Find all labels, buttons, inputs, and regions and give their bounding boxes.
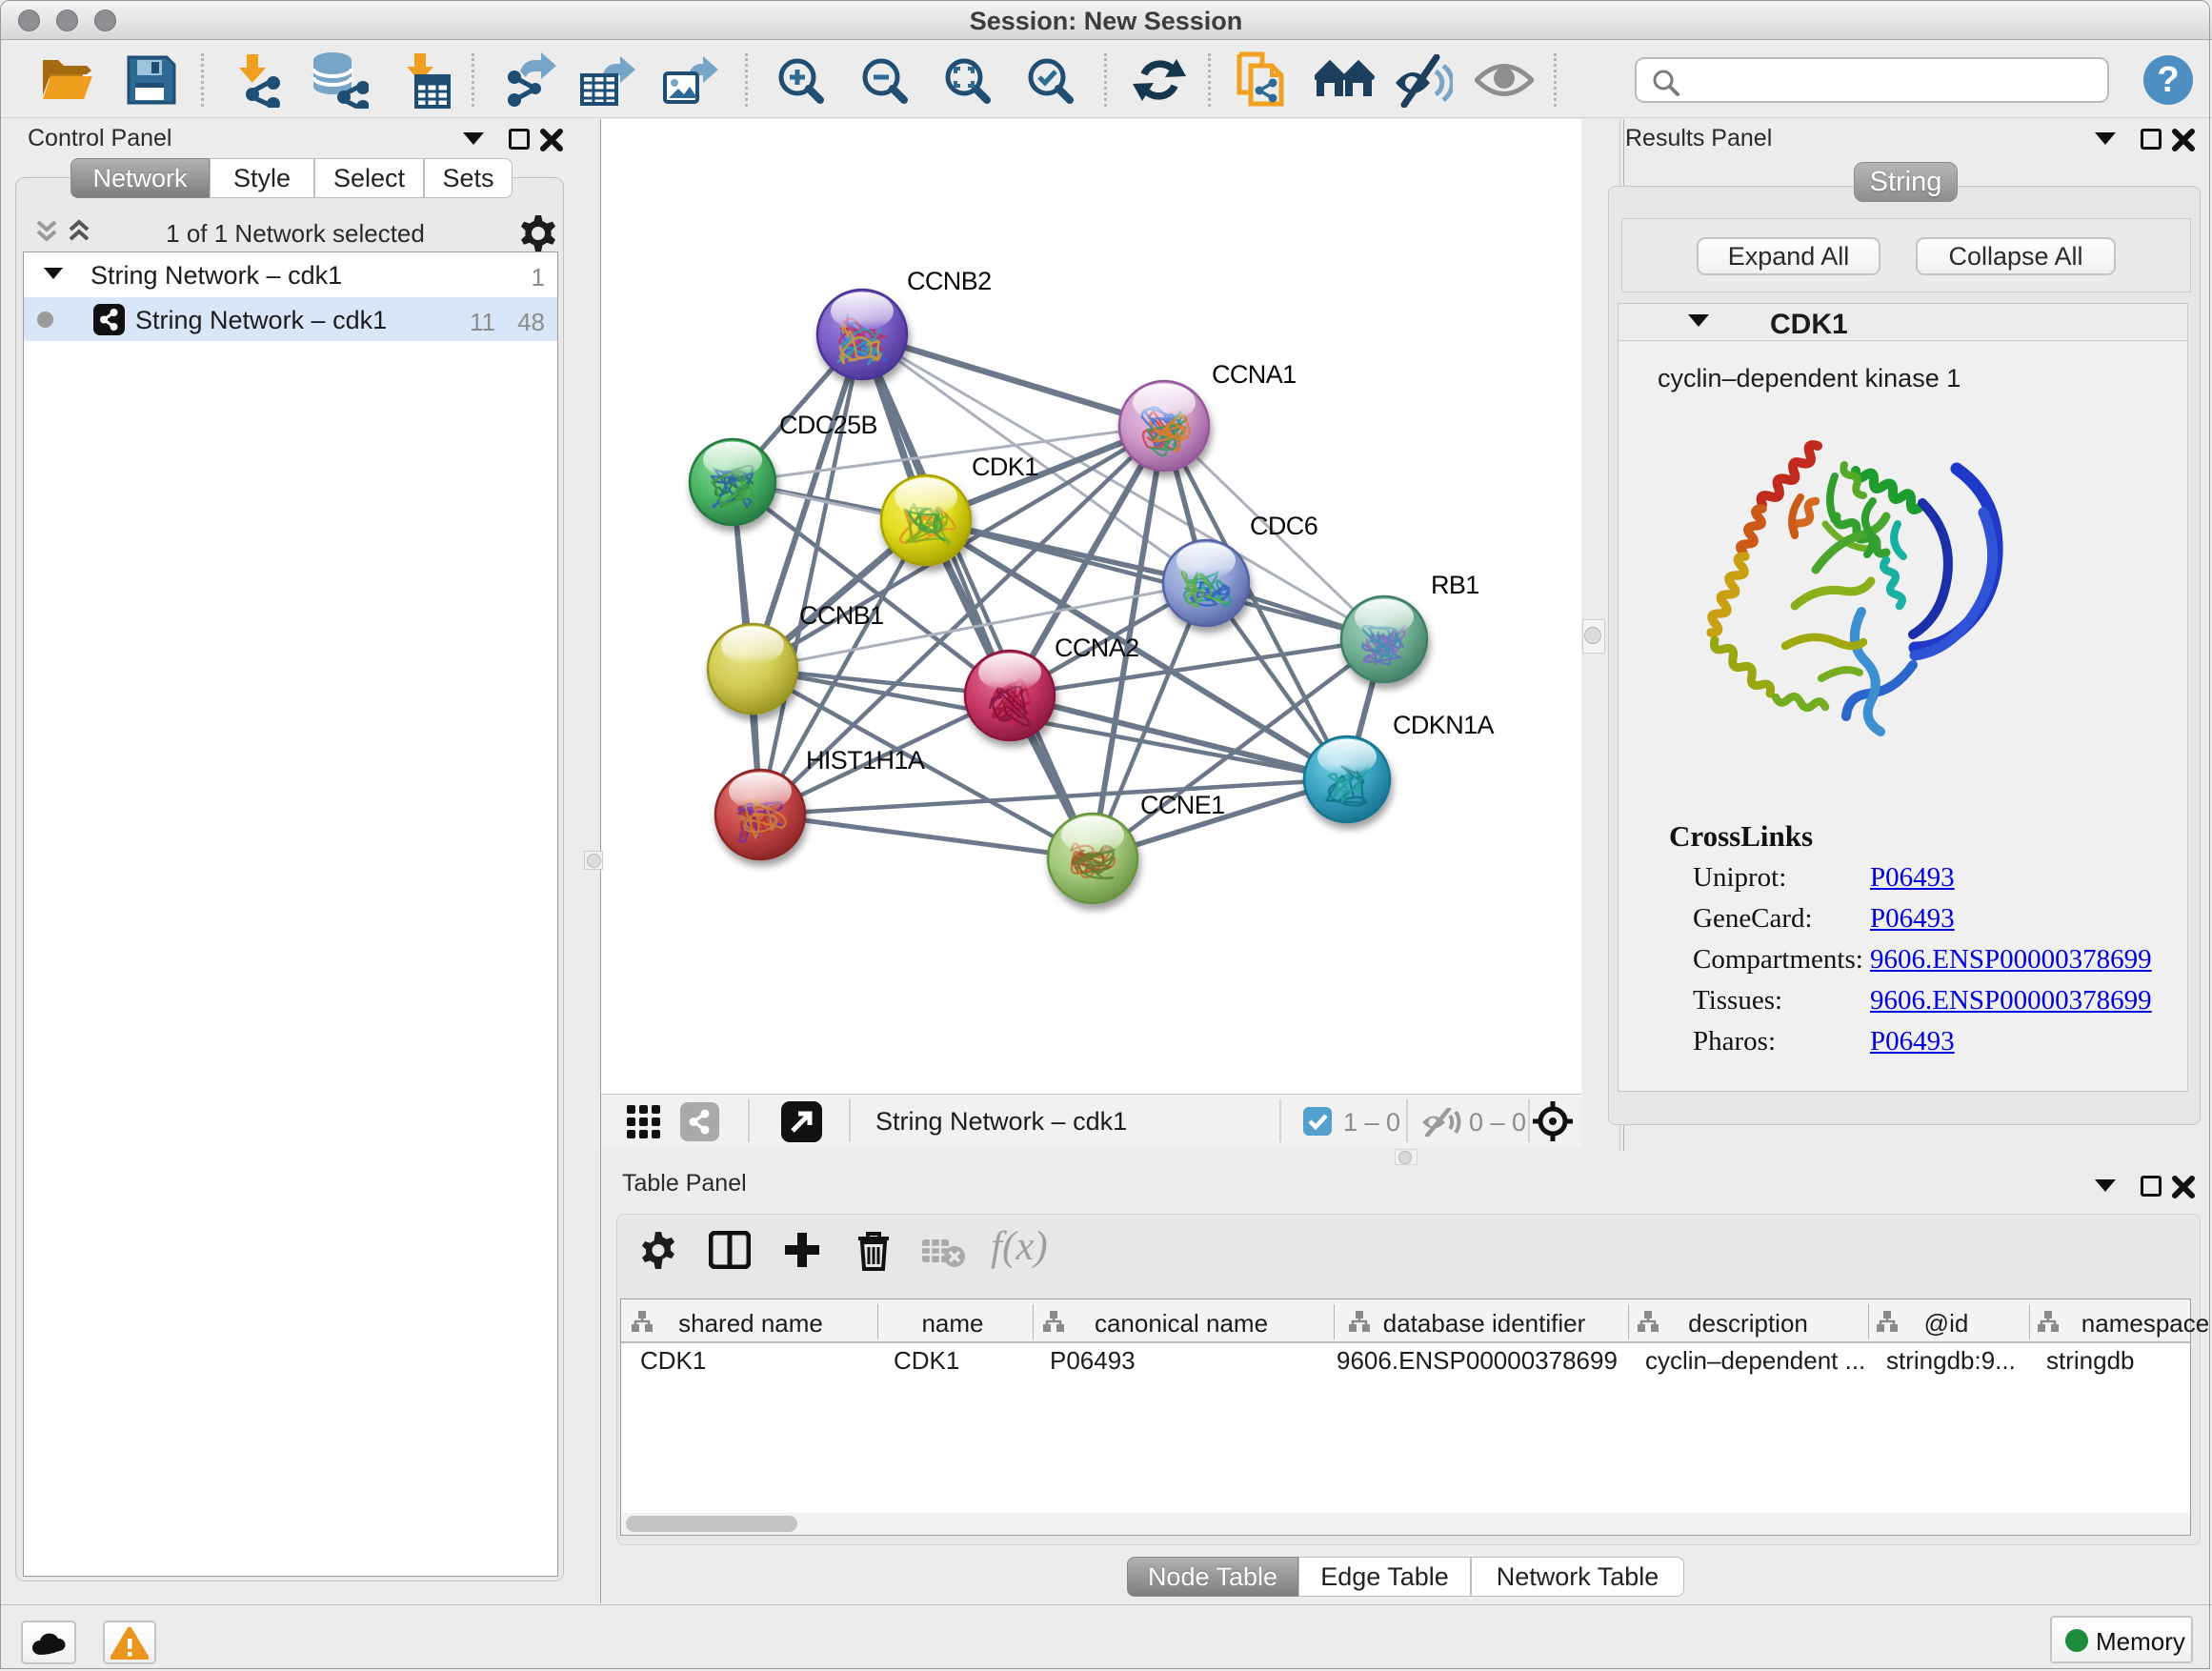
svg-text:CDC6: CDC6 <box>1250 512 1317 540</box>
svg-text:CCNE1: CCNE1 <box>1140 791 1225 819</box>
svg-text:RB1: RB1 <box>1431 571 1479 599</box>
svg-text:CCNB2: CCNB2 <box>907 267 992 295</box>
svg-text:CCNA1: CCNA1 <box>1212 360 1297 389</box>
svg-text:CDC25B: CDC25B <box>779 411 877 439</box>
svg-text:HIST1H1A: HIST1H1A <box>806 746 925 775</box>
svg-text:CCNB1: CCNB1 <box>799 601 884 630</box>
svg-text:CDKN1A: CDKN1A <box>1393 711 1495 739</box>
svg-text:CDK1: CDK1 <box>972 453 1038 481</box>
svg-text:CCNA2: CCNA2 <box>1055 634 1139 662</box>
